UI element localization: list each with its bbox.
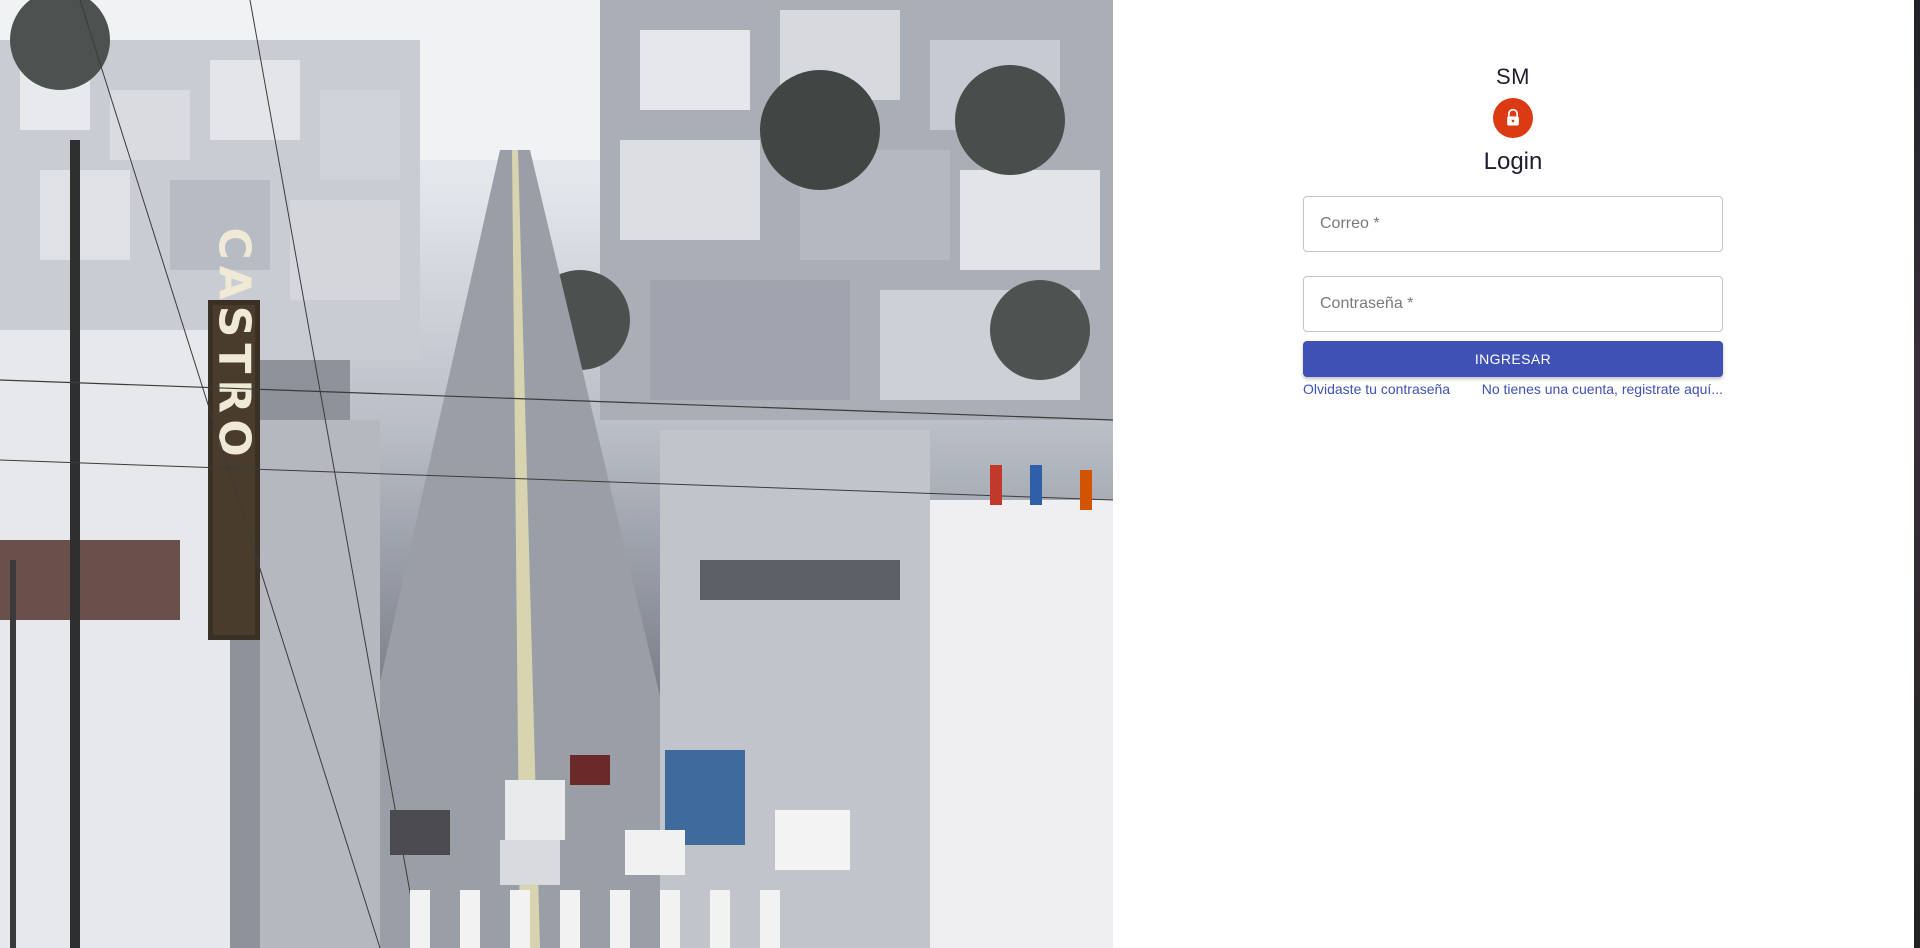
password-input[interactable] (1318, 294, 1708, 314)
login-form: SM Login INGRESAR Olvidaste tu contraseñ… (1303, 64, 1723, 397)
brand-label: SM (1496, 64, 1530, 89)
page-title: Login (1483, 148, 1543, 175)
forgot-password-link[interactable]: Olvidaste tu contraseña (1303, 381, 1450, 397)
lock-icon (1507, 108, 1519, 126)
password-field[interactable] (1303, 276, 1723, 332)
register-link[interactable]: No tienes una cuenta, registrate aquí... (1482, 381, 1723, 397)
login-page: CASTRO SM Login Correo * INGRESAR Olvida… (0, 0, 1920, 948)
login-panel: SM Login INGRESAR Olvidaste tu contraseñ… (1113, 0, 1920, 948)
form-links: Olvidaste tu contraseña No tienes una cu… (1303, 381, 1723, 397)
hero-image: CASTRO (0, 0, 1113, 948)
window-edge (1914, 0, 1920, 948)
lock-avatar (1493, 98, 1533, 138)
email-input[interactable] (1318, 214, 1708, 234)
castro-sign-text: CASTRO (209, 227, 260, 462)
street-illustration: CASTRO (0, 0, 1113, 948)
email-field[interactable] (1303, 196, 1723, 252)
submit-button[interactable]: INGRESAR (1303, 341, 1723, 377)
